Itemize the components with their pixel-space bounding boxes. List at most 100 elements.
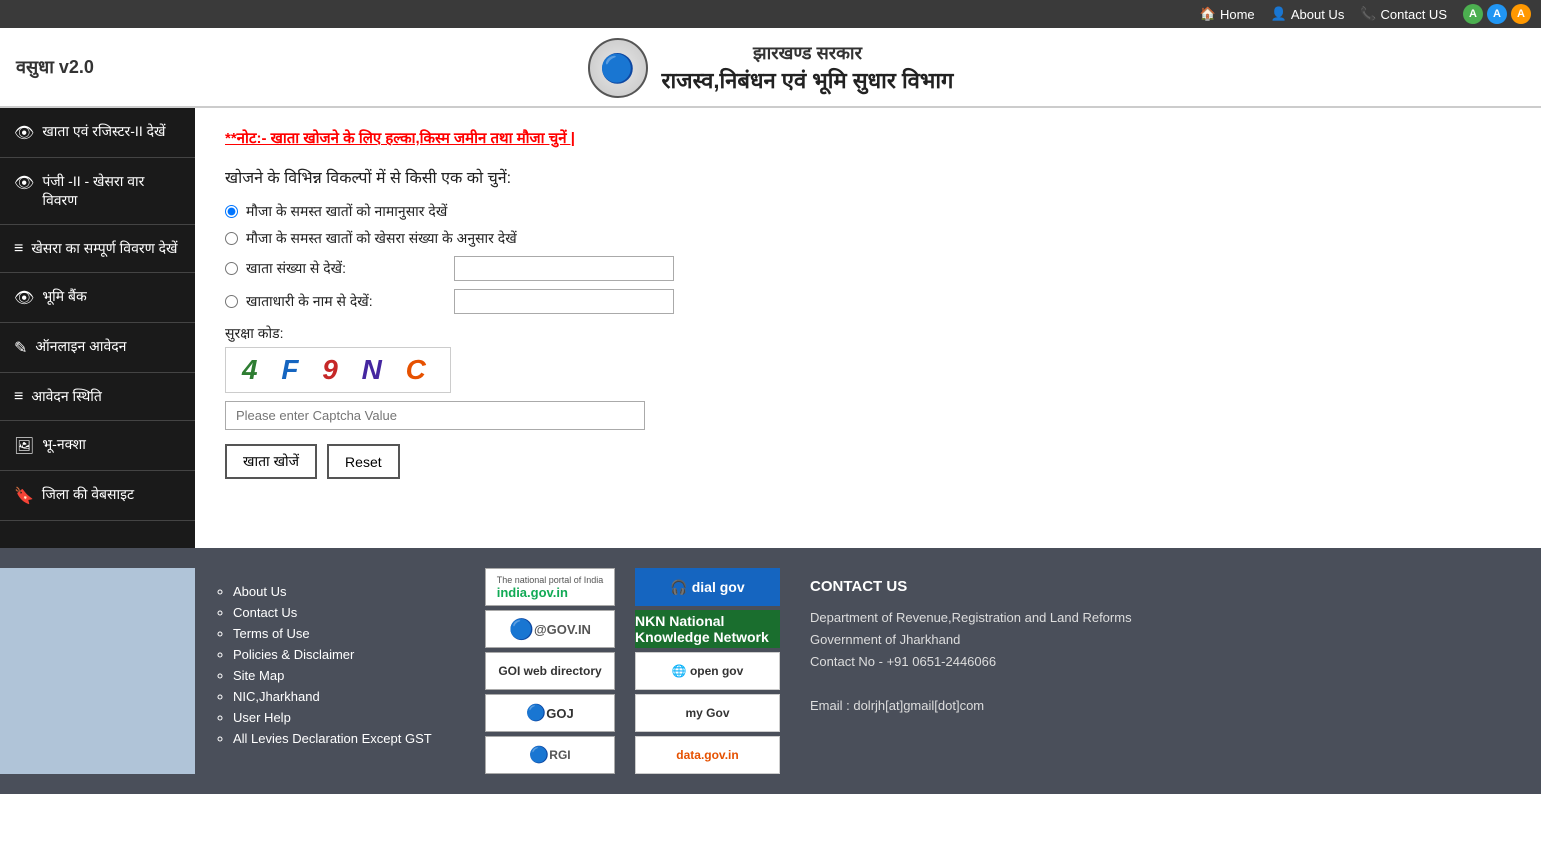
contact-phone: Contact No - +91 0651-2446066: [810, 654, 996, 669]
gov-emblem: 🔵: [588, 38, 648, 98]
security-label: सुरक्षा कोड:: [225, 324, 1511, 343]
eye-icon-3: 👁: [14, 288, 34, 308]
footer-userhelp-item: User Help: [233, 710, 455, 725]
footer: About Us Contact Us Terms of Use Policie…: [0, 548, 1541, 794]
khata-sankhya-input[interactable]: [454, 256, 674, 281]
radio-group-1: मौजा के समस्त खातों को नामानुसार देखें: [225, 202, 1511, 221]
footer-nic-link[interactable]: NIC,Jharkhand: [233, 689, 320, 704]
footer-sidebar-spacer: [0, 568, 195, 774]
font-large-btn[interactable]: A: [1511, 4, 1531, 24]
footer-about-item: About Us: [233, 584, 455, 599]
footer-sitemap-link[interactable]: Site Map: [233, 668, 284, 683]
gov-name: झारखण्ड सरकार: [662, 41, 954, 65]
radio-khata-sankhya[interactable]: [225, 262, 238, 275]
goi-web-logo[interactable]: GOI web directory: [485, 652, 615, 690]
contact-gov: Government of Jharkhand: [810, 632, 960, 647]
about-icon: 👤: [1271, 6, 1287, 22]
contact-dept: Department of Revenue,Registration and L…: [810, 610, 1132, 625]
rgi-logo[interactable]: 🔵 RGI: [485, 736, 615, 774]
eye-icon-2: 👁: [14, 173, 34, 193]
search-button[interactable]: खाता खोजें: [225, 444, 317, 479]
radio-khesra-label: मौजा के समस्त खातों को खेसरा संख्या के अ…: [246, 229, 517, 248]
vasudha-logo: वसुधा v2.0: [16, 55, 94, 79]
india-gov-logo[interactable]: The national portal of India india.gov.i…: [485, 568, 615, 606]
naam-input[interactable]: [454, 289, 674, 314]
radio-naam-label: खाताधारी के नाम से देखें:: [246, 292, 446, 311]
radio-group-2: मौजा के समस्त खातों को खेसरा संख्या के अ…: [225, 229, 1511, 248]
footer-contact-link[interactable]: Contact Us: [233, 605, 297, 620]
sidebar-item-khesra[interactable]: ≡ खेसरा का सम्पूर्ण विवरण देखें: [0, 225, 195, 273]
footer-contact-section: CONTACT US Department of Revenue,Registr…: [790, 568, 1521, 774]
radio-namewise-label: मौजा के समस्त खातों को नामानुसार देखें: [246, 202, 447, 221]
font-medium-btn[interactable]: A: [1487, 4, 1507, 24]
home-link[interactable]: 🏠 Home: [1200, 6, 1255, 22]
opengov-text: 🌐 open gov: [672, 664, 744, 678]
footer-levies-link[interactable]: All Levies Declaration Except GST: [233, 731, 432, 746]
sidebar-item-jila[interactable]: 🔖 जिला की वेबसाइट: [0, 471, 195, 521]
list-icon-2: ≡: [14, 388, 23, 406]
footer-sitemap-item: Site Map: [233, 668, 455, 683]
goi-text: GOI web directory: [498, 664, 601, 678]
main-layout: 👁 खाता एवं रजिस्टर-II देखें 👁 पंजी -II -…: [0, 108, 1541, 548]
footer-links: About Us Contact Us Terms of Use Policie…: [195, 568, 475, 774]
sidebar-item-avedan[interactable]: ≡ आवेदन स्थिति: [0, 373, 195, 421]
contact-title: CONTACT US: [810, 578, 1501, 595]
captcha-input[interactable]: [225, 401, 645, 430]
font-size-controls: A A A: [1463, 4, 1531, 24]
note-text: **नोट:- खाता खोजने के लिए हल्का,किस्म जम…: [225, 128, 1511, 148]
nkn-logo[interactable]: NKN National Knowledge Network: [635, 610, 780, 648]
footer-logos-col2: 🎧 dial gov NKN National Knowledge Networ…: [625, 568, 790, 774]
rgi-text: RGI: [549, 748, 570, 762]
datagov-logo[interactable]: data.gov.in: [635, 736, 780, 774]
captcha-text: 4 F 9 N C: [242, 354, 434, 385]
font-small-btn[interactable]: A: [1463, 4, 1483, 24]
datagov-text: data.gov.in: [676, 748, 738, 762]
sidebar-item-online[interactable]: ✎ ऑनलाइन आवेदन: [0, 323, 195, 373]
footer-policy-link[interactable]: Policies & Disclaimer: [233, 647, 354, 662]
footer-tou-item: Terms of Use: [233, 626, 455, 641]
dial-gov-logo[interactable]: 🎧 dial gov: [635, 568, 780, 606]
radio-khesra[interactable]: [225, 232, 238, 245]
footer-userhelp-link[interactable]: User Help: [233, 710, 291, 725]
sidebar: 👁 खाता एवं रजिस्टर-II देखें 👁 पंजी -II -…: [0, 108, 195, 548]
footer-policy-item: Policies & Disclaimer: [233, 647, 455, 662]
contact-link[interactable]: 📞 Contact US: [1360, 6, 1447, 22]
input-row-naam: खाताधारी के नाम से देखें:: [225, 289, 1511, 314]
radio-namewise[interactable]: [225, 205, 238, 218]
bookmark-icon: 🔖: [14, 486, 34, 506]
radio-khata-label: खाता संख्या से देखें:: [246, 259, 446, 278]
dial-gov-text: 🎧 dial gov: [670, 579, 744, 596]
about-link[interactable]: 👤 About Us: [1271, 6, 1345, 22]
radio-naam[interactable]: [225, 295, 238, 308]
map-icon: 🖼: [14, 436, 34, 456]
home-icon: 🏠: [1200, 6, 1216, 22]
header: वसुधा v2.0 🔵 झारखण्ड सरकार राजस्व,निबंधन…: [0, 28, 1541, 108]
mygov-logo[interactable]: my Gov: [635, 694, 780, 732]
btn-row: खाता खोजें Reset: [225, 444, 1511, 479]
input-row-khata: खाता संख्या से देखें:: [225, 256, 1511, 281]
goj-text: GOJ: [546, 706, 573, 721]
sidebar-item-khata[interactable]: 👁 खाता एवं रजिस्टर-II देखें: [0, 108, 195, 158]
main-content: **नोट:- खाता खोजने के लिए हल्का,किस्म जम…: [195, 108, 1541, 548]
reset-button[interactable]: Reset: [327, 444, 400, 479]
goj-logo[interactable]: 🔵 GOJ: [485, 694, 615, 732]
footer-about-link[interactable]: About Us: [233, 584, 286, 599]
footer-tou-link[interactable]: Terms of Use: [233, 626, 310, 641]
nkn-text: NKN National Knowledge Network: [635, 613, 780, 645]
edit-icon: ✎: [14, 338, 27, 358]
search-heading: खोजने के विभिन्न विकल्पों में से किसी एक…: [225, 166, 1511, 188]
mygov-text: my Gov: [685, 706, 729, 720]
eye-icon: 👁: [14, 123, 34, 143]
gov-in-logo[interactable]: 🔵 @GOV.IN: [485, 610, 615, 648]
gov-in-text: @GOV.IN: [534, 622, 591, 637]
opengov-logo[interactable]: 🌐 open gov: [635, 652, 780, 690]
sidebar-item-panji[interactable]: 👁 पंजी -II - खेसरा वार विवरण: [0, 158, 195, 225]
india-gov-text: india.gov.in: [497, 585, 604, 600]
footer-contact-item: Contact Us: [233, 605, 455, 620]
captcha-display: 4 F 9 N C: [225, 347, 451, 393]
dept-name: राजस्व,निबंधन एवं भूमि सुधार विभाग: [662, 65, 954, 95]
top-nav: 🏠 Home 👤 About Us 📞 Contact US A A A: [0, 0, 1541, 28]
sidebar-item-bhu-naksha[interactable]: 🖼 भू-नक्शा: [0, 421, 195, 471]
footer-logos-col1: The national portal of India india.gov.i…: [475, 568, 625, 774]
sidebar-item-bhoomi[interactable]: 👁 भूमि बैंक: [0, 273, 195, 323]
